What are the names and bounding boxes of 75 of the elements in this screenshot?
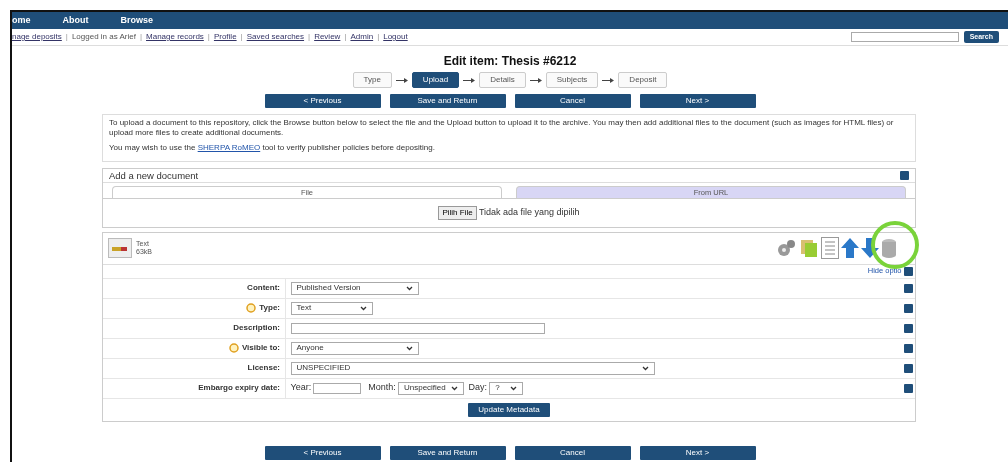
caret-icon — [641, 365, 649, 371]
arrow-icon — [395, 77, 408, 83]
nav-link[interactable]: nage deposits — [12, 31, 62, 43]
separator: | — [240, 31, 243, 43]
search-field[interactable] — [851, 32, 960, 42]
nav-button[interactable]: < Previous — [264, 94, 381, 109]
choose-file-button[interactable]: Pilih File — [438, 205, 477, 220]
instruction-text: You may wish to use the SHERPA RoMEO tool to verify publisher policies before depositing. — [109, 143, 436, 154]
caret-icon — [510, 385, 518, 391]
nav-button[interactable]: Cancel — [514, 94, 631, 109]
files-icon[interactable] — [798, 238, 819, 258]
document-list-icon[interactable] — [820, 237, 839, 259]
nav-link[interactable]: Saved searches — [246, 31, 305, 43]
select-field[interactable]: Anyone — [290, 341, 419, 355]
nav-button[interactable]: Next > — [639, 445, 756, 460]
nav-button[interactable]: Cancel — [514, 445, 631, 460]
nav-link[interactable]: Profile — [213, 31, 237, 43]
arrow-icon — [602, 77, 615, 83]
document-icon — [107, 238, 132, 258]
separator: | — [344, 31, 347, 43]
sherpa-link[interactable]: SHERPA RoMEO — [197, 143, 261, 153]
nav-button[interactable]: Save and Return — [389, 445, 506, 460]
step-tab[interactable]: Deposit — [618, 72, 668, 89]
trash-icon[interactable] — [880, 238, 897, 258]
field-label: Content: — [247, 282, 280, 294]
nav-link[interactable]: Logout — [383, 31, 408, 43]
panel-title: Add a new document — [109, 168, 199, 183]
nav-button[interactable]: Next > — [639, 94, 756, 109]
separator: | — [377, 31, 380, 43]
caret-icon — [359, 305, 367, 311]
page-title: Edit item: Thesis #6212 — [442, 53, 578, 70]
year-input[interactable] — [313, 382, 362, 394]
instruction-text: To upload a document to this repository, click the Browse button below to select the file and the Upload button to upload it to the archive. You may then add additional files to the document (such as images for HTML files) or upload more files to create additional documents. — [109, 118, 895, 139]
separator: | — [65, 31, 68, 43]
up-arrow-icon[interactable] — [840, 238, 859, 258]
user-status: Logged in as Arief — [71, 31, 136, 43]
file-status: Tidak ada file yang dipilih — [478, 205, 580, 219]
nav-link[interactable]: Review — [314, 31, 341, 43]
select-field[interactable]: Text — [290, 301, 373, 315]
separator: | — [207, 31, 210, 43]
month-label: Month: — [368, 381, 396, 395]
select-field[interactable]: Published Version — [290, 281, 419, 295]
highlight-ring — [871, 220, 919, 269]
menu-item[interactable]: Browse — [120, 13, 154, 28]
field-label: Type: — [259, 302, 280, 314]
menu-item[interactable]: ome — [12, 13, 31, 28]
text-input[interactable] — [290, 322, 545, 334]
nav-link[interactable]: Manage records — [146, 31, 204, 43]
nav-button[interactable]: < Previous — [264, 445, 381, 460]
update-metadata-button[interactable]: Update Metadata — [468, 402, 550, 417]
field-label: License: — [247, 362, 280, 374]
field-label: Embargo expiry date: — [198, 382, 280, 394]
arrow-icon — [529, 77, 542, 83]
step-tab[interactable]: Subjects — [545, 72, 599, 89]
separator: | — [139, 31, 143, 43]
menu-item[interactable]: About — [62, 13, 89, 28]
field-label: Description: — [233, 322, 280, 334]
down-arrow-icon[interactable] — [860, 238, 879, 258]
day-label: Day: — [468, 381, 487, 395]
select-field[interactable]: UNSPECIFIED — [290, 361, 655, 375]
nav-link[interactable]: Admin — [350, 31, 374, 43]
day-select[interactable]: ? — [489, 381, 524, 395]
caret-icon — [405, 345, 413, 351]
field-label: Visible to: — [241, 342, 280, 354]
nav-button[interactable]: Save and Return — [389, 94, 506, 109]
step-tab[interactable]: Type — [352, 72, 392, 89]
arrow-icon — [463, 77, 476, 83]
caret-icon — [450, 385, 458, 391]
step-tab[interactable]: Upload — [411, 72, 460, 89]
year-label: Year: — [290, 381, 312, 395]
caret-icon — [405, 285, 413, 291]
month-select[interactable]: Unspecified — [397, 381, 464, 395]
step-tab[interactable]: Details — [479, 72, 526, 89]
separator: | — [308, 31, 311, 43]
help-icon — [900, 171, 909, 181]
